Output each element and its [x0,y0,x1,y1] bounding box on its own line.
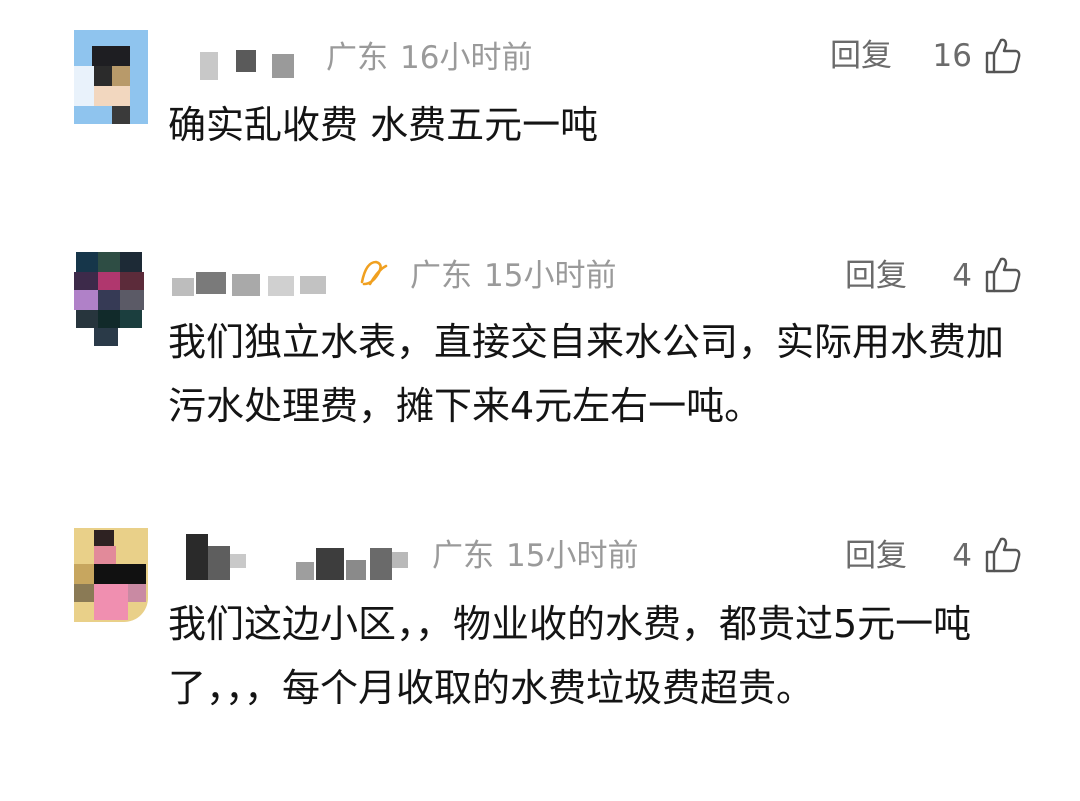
comment-item: 广东 15小时前 回复 4 我们这边小区，，物业收的水费，都贵过5元一吨了，，，每… [0,0,1080,801]
thumbs-up-icon[interactable] [984,536,1022,574]
reply-button[interactable]: 回复 [845,536,907,576]
like-count: 4 [952,538,972,574]
timestamp: 15小时前 [506,538,639,574]
comment-meta: 广东 15小时前 [432,536,638,576]
username-obscured[interactable] [186,534,426,582]
avatar[interactable] [74,528,148,622]
location-label: 广东 [432,538,494,574]
comment-text: 我们这边小区，，物业收的水费，都贵过5元一吨了，，，每个月收取的水费垃圾费超贵。 [168,602,972,710]
